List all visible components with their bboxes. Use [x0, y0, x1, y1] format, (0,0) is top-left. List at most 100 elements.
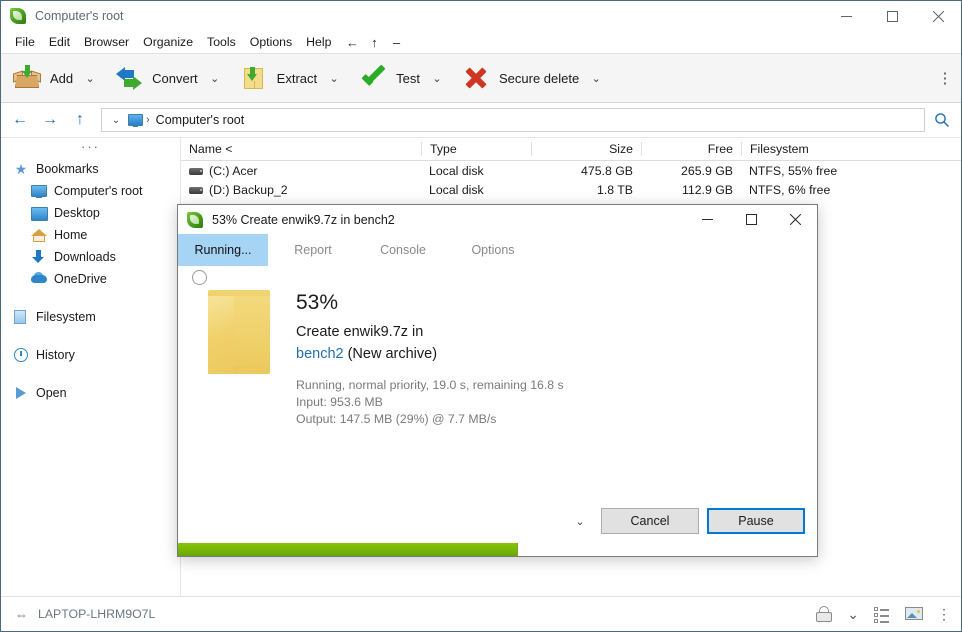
extract-dropdown-icon[interactable]: ⌄: [323, 58, 345, 98]
status-line: Running, normal priority, 19.0 s, remain…: [296, 378, 564, 392]
cell-free: 265.9 GB: [681, 163, 733, 178]
menu-file[interactable]: File: [8, 33, 42, 51]
minimize-button[interactable]: [823, 1, 869, 31]
sidebar-item-label: Desktop: [54, 206, 100, 220]
add-button-label: Add: [50, 70, 74, 86]
sidebar-item-label: Computer's root: [54, 184, 143, 198]
address-bar: ← → ↑ ⌄ › Computer's root: [1, 103, 961, 138]
search-icon[interactable]: [927, 107, 957, 133]
sidebar: ··· ★ Bookmarks Computer's root Desktop …: [1, 138, 181, 596]
window-title: Computer's root: [35, 9, 124, 23]
lock-icon[interactable]: [815, 605, 833, 623]
extract-button-label: Extract: [276, 70, 318, 86]
sidebar-item-downloads[interactable]: Downloads: [1, 246, 180, 268]
menu-edit[interactable]: Edit: [42, 33, 77, 51]
dialog-close-button[interactable]: [773, 205, 817, 234]
menu-browser[interactable]: Browser: [77, 33, 136, 51]
computer-icon: [126, 109, 144, 131]
cancel-button[interactable]: Cancel: [601, 508, 699, 534]
sidebar-item-open[interactable]: Open: [1, 382, 180, 404]
footer-dropdown-icon[interactable]: ⌄: [569, 509, 591, 533]
chevron-down-icon[interactable]: ⌄: [847, 606, 859, 623]
secure-delete-dropdown-icon[interactable]: ⌄: [585, 58, 607, 98]
tab-options[interactable]: Options: [448, 234, 538, 266]
history-dropdown-icon[interactable]: ⌄: [106, 109, 126, 131]
sidebar-item-label: Filesystem: [36, 310, 96, 324]
secure-delete-button-label: Secure delete: [498, 70, 580, 86]
star-icon: ★: [14, 161, 28, 177]
sidebar-item-label: Open: [36, 386, 67, 400]
pause-button[interactable]: Pause: [707, 508, 805, 534]
add-button[interactable]: Add: [3, 58, 79, 98]
column-headers: Name < Type Size Free Filesystem: [181, 138, 961, 161]
desktop-icon: [31, 205, 48, 221]
add-dropdown-icon[interactable]: ⌄: [79, 58, 101, 98]
convert-button[interactable]: Convert: [105, 58, 204, 98]
list-view-icon[interactable]: [873, 605, 891, 623]
menu-back-icon[interactable]: ←: [342, 33, 362, 51]
column-header-filesystem[interactable]: Filesystem: [741, 142, 886, 156]
up-icon[interactable]: ↑: [67, 107, 93, 133]
dialog-maximize-button[interactable]: [729, 205, 773, 234]
secure-delete-button[interactable]: Secure delete: [452, 58, 585, 98]
sidebar-item-onedrive[interactable]: OneDrive: [1, 268, 180, 290]
add-box-icon: [13, 64, 41, 92]
sidebar-item-filesystem[interactable]: Filesystem: [1, 306, 180, 328]
tab-console[interactable]: Console: [358, 234, 448, 266]
destination-link[interactable]: bench2: [296, 346, 344, 362]
breadcrumb-separator-icon: ›: [146, 114, 150, 126]
close-button[interactable]: [915, 1, 961, 31]
sidebar-item-label: OneDrive: [54, 272, 107, 286]
sidebar-item-desktop[interactable]: Desktop: [1, 202, 180, 224]
tab-report[interactable]: Report: [268, 234, 358, 266]
resize-handle-icon[interactable]: ⇔: [15, 607, 28, 622]
column-header-size[interactable]: Size: [531, 142, 641, 156]
tab-running[interactable]: Running...: [178, 234, 268, 266]
convert-button-label: Convert: [152, 70, 198, 86]
sidebar-item-history[interactable]: History: [1, 344, 180, 366]
sidebar-item-home[interactable]: Home: [1, 224, 180, 246]
extract-folder-icon: [240, 64, 268, 92]
check-icon: [359, 64, 387, 92]
menu-options[interactable]: Options: [243, 33, 299, 51]
overflow-menu-icon[interactable]: ⋮: [937, 606, 951, 623]
column-header-type[interactable]: Type: [421, 142, 531, 156]
table-row[interactable]: (C:) Acer Local disk 475.8 GB 265.9 GB N…: [181, 161, 961, 180]
image-preview-icon[interactable]: [905, 605, 923, 623]
operation-description: Create enwik9.7z in: [296, 324, 424, 340]
column-header-free[interactable]: Free: [641, 142, 741, 156]
dialog-minimize-button[interactable]: [685, 205, 729, 234]
path-field[interactable]: ⌄ › Computer's root: [101, 108, 925, 132]
menu-tools[interactable]: Tools: [200, 33, 243, 51]
sidebar-item-bookmarks[interactable]: ★ Bookmarks: [1, 158, 180, 180]
dialog-body: 53% Create enwik9.7z in bench2 (New arch…: [178, 266, 817, 499]
progress-percent-label: 53%: [296, 291, 339, 314]
test-button[interactable]: Test: [349, 58, 426, 98]
extract-button[interactable]: Extract: [230, 58, 323, 98]
toolbar-overflow-icon[interactable]: ⋮: [935, 54, 955, 102]
toolbar-group-extract: Extract ⌄: [228, 54, 347, 102]
cell-size: 1.8 TB: [596, 182, 633, 197]
sidebar-more-icon[interactable]: ···: [1, 140, 180, 158]
menu-help[interactable]: Help: [299, 33, 338, 51]
menu-organize[interactable]: Organize: [136, 33, 200, 51]
back-icon[interactable]: ←: [7, 107, 33, 133]
title-bar: Computer's root: [1, 1, 961, 31]
test-button-label: Test: [396, 70, 420, 86]
column-header-name[interactable]: Name <: [181, 142, 421, 156]
status-text: LAPTOP-LHRM9O7L: [38, 607, 156, 621]
sidebar-item-label: Downloads: [54, 250, 116, 264]
peazip-main-window: Computer's root File Edit Browser Organi…: [0, 0, 962, 632]
maximize-button[interactable]: [869, 1, 915, 31]
test-dropdown-icon[interactable]: ⌄: [426, 58, 448, 98]
convert-dropdown-icon[interactable]: ⌄: [204, 58, 226, 98]
sidebar-item-label: History: [36, 348, 75, 362]
sidebar-item-computers-root[interactable]: Computer's root: [1, 180, 180, 202]
peazip-icon: [187, 211, 203, 228]
progress-bar-fill: [178, 543, 518, 556]
forward-icon[interactable]: →: [37, 107, 63, 133]
menu-minimize-icon[interactable]: –: [386, 33, 406, 51]
menu-up-icon[interactable]: ↑: [364, 33, 384, 51]
table-row[interactable]: (D:) Backup_2 Local disk 1.8 TB 112.9 GB…: [181, 180, 961, 199]
toolbar-group-add: Add ⌄: [1, 54, 103, 102]
